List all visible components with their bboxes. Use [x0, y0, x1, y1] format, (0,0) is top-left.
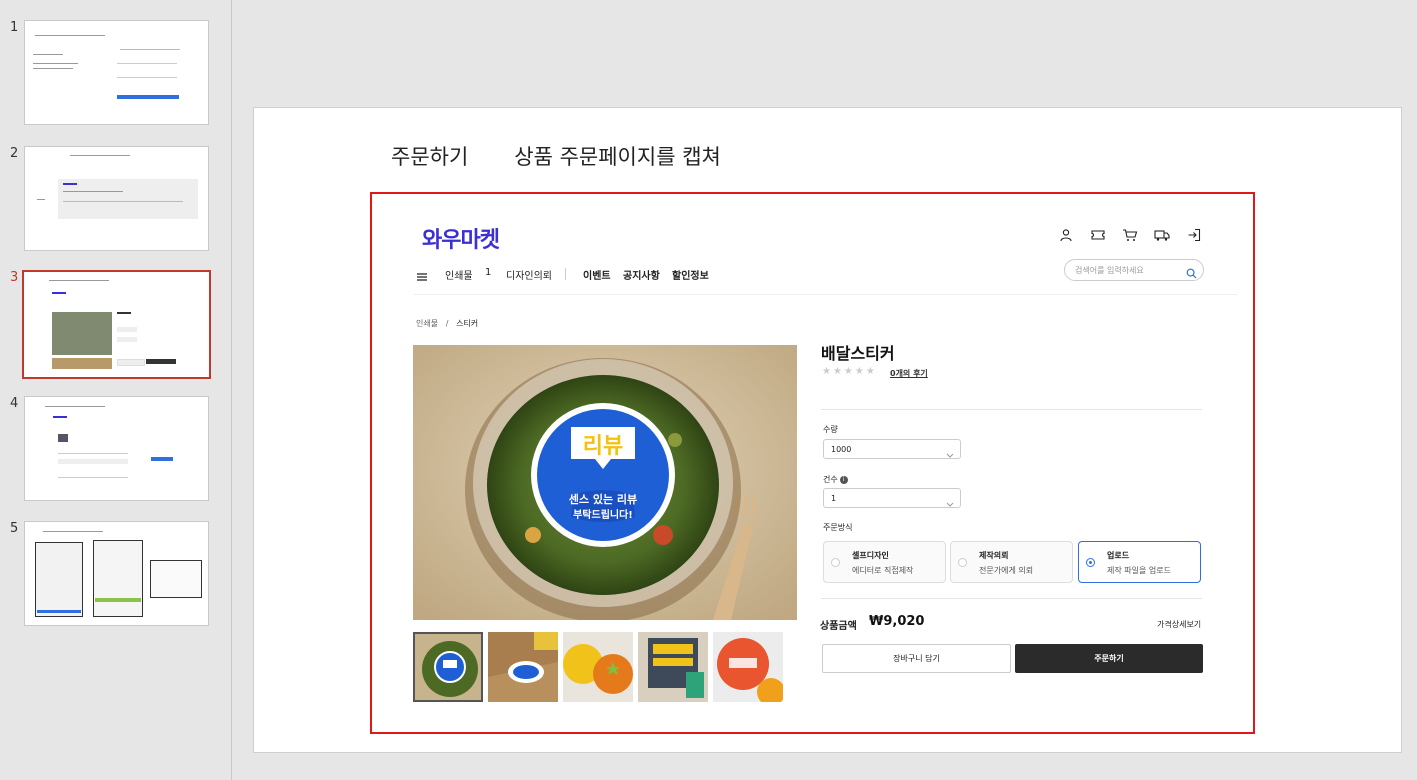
- order-option-request[interactable]: 제작의뢰 전문가에게 의뢰: [950, 541, 1073, 583]
- count-select[interactable]: 1: [823, 488, 961, 508]
- search-placeholder: 검색어를 입력하세요: [1075, 266, 1144, 275]
- product-thumbnail-1[interactable]: [413, 632, 483, 702]
- slide-number: 3: [10, 270, 19, 285]
- slide-title: 주문하기: [391, 145, 469, 169]
- radio-button[interactable]: [831, 558, 840, 567]
- product-thumbnail-5[interactable]: [713, 632, 783, 702]
- truck-icon[interactable]: [1153, 226, 1171, 244]
- slide-number: 5: [10, 521, 19, 536]
- breadcrumb-parent[interactable]: 인쇄물: [416, 319, 438, 328]
- order-method-label: 주문방식: [823, 523, 853, 532]
- product-thumbnail-strip: [413, 632, 783, 702]
- sticker-line-1: 센스 있는 리뷰: [569, 492, 637, 506]
- add-to-cart-button[interactable]: 장바구니 담기: [822, 644, 1011, 673]
- radio-button-selected[interactable]: [1086, 558, 1095, 567]
- order-option-self-design[interactable]: 셀프디자인 에디터로 직접제작: [823, 541, 946, 583]
- quantity-select[interactable]: 1000: [823, 439, 961, 459]
- divider: [821, 598, 1202, 599]
- store-logo[interactable]: 와우마켓: [422, 222, 500, 254]
- product-main-image: 리뷰 센스 있는 리뷰 부탁드립니다!: [413, 345, 797, 620]
- divider: [821, 409, 1202, 410]
- order-button[interactable]: 주문하기: [1015, 644, 1203, 673]
- chevron-down-icon: [946, 493, 954, 512]
- slide-title-line: 주문하기 상품 주문페이지를 캡쳐: [391, 141, 721, 171]
- nav-divider: [565, 268, 566, 280]
- info-icon[interactable]: i: [839, 475, 848, 484]
- order-option-upload[interactable]: 업로드 제작 파일을 업로드: [1078, 541, 1201, 583]
- price-detail-link[interactable]: 가격상세보기: [1157, 619, 1201, 630]
- product-title: 배달스티커: [821, 344, 895, 363]
- nav-item-notice[interactable]: 공지사항: [623, 267, 660, 282]
- product-thumbnail-3[interactable]: [563, 632, 633, 702]
- header-icons: [1057, 226, 1203, 244]
- slide-preview[interactable]: [24, 396, 209, 501]
- chevron-down-icon: [946, 444, 954, 463]
- slide-thumbnail-panel: 1 2 3 4 5: [0, 0, 232, 780]
- product-thumbnail-4[interactable]: [638, 632, 708, 702]
- quantity-value: 1000: [831, 445, 852, 454]
- radio-button[interactable]: [958, 558, 967, 567]
- option-description: 전문가에게 의뢰: [979, 566, 1034, 575]
- slide-preview[interactable]: [24, 146, 209, 251]
- user-icon[interactable]: [1057, 226, 1075, 244]
- slide-number: 1: [10, 20, 19, 35]
- option-description: 에디터로 직접제작: [852, 566, 914, 575]
- nav-item-count[interactable]: 1: [485, 267, 491, 278]
- breadcrumb-current: 스티커: [456, 319, 479, 328]
- rating-stars: ★★★★★: [822, 366, 877, 377]
- count-value: 1: [831, 494, 837, 503]
- product-price: ₩9,020: [869, 614, 925, 629]
- search-icon[interactable]: [1186, 264, 1197, 283]
- search-input[interactable]: 검색어를 입력하세요: [1064, 259, 1204, 281]
- slide-preview-selected[interactable]: [22, 270, 211, 379]
- option-description: 제작 파일을 업로드: [1107, 566, 1171, 575]
- main-navigation: 인쇄물 1 디자인의뢰 이벤트 공지사항 할인정보 검색어를 입력하세요: [414, 259, 1237, 295]
- option-title: 제작의뢰: [979, 551, 1009, 560]
- option-title: 업로드: [1107, 551, 1130, 560]
- ticket-icon[interactable]: [1089, 226, 1107, 244]
- slide-number: 2: [10, 146, 19, 161]
- breadcrumb: 인쇄물 / 스티커: [416, 318, 478, 329]
- option-title: 셀프디자인: [852, 551, 889, 560]
- count-label-row: 건수 i: [823, 474, 848, 485]
- menu-icon[interactable]: [416, 268, 428, 281]
- slide-subtitle: 상품 주문페이지를 캡쳐: [514, 145, 721, 169]
- slide-preview[interactable]: [24, 521, 209, 626]
- nav-item-event[interactable]: 이벤트: [583, 267, 611, 282]
- breadcrumb-separator: /: [445, 319, 449, 328]
- sticker-main-text: 리뷰: [583, 434, 623, 459]
- cart-icon[interactable]: [1121, 226, 1139, 244]
- nav-item-print[interactable]: 인쇄물: [445, 267, 473, 282]
- nav-item-discount[interactable]: 할인정보: [672, 267, 709, 282]
- slide-canvas[interactable]: 주문하기 상품 주문페이지를 캡쳐 와우마켓 인쇄물 1 디자인의뢰 이벤트 공…: [253, 107, 1402, 753]
- quantity-label: 수량: [823, 425, 838, 434]
- product-thumbnail-2[interactable]: [488, 632, 558, 702]
- sticker-line-2: 부탁드립니다!: [573, 508, 633, 521]
- review-count-link[interactable]: 0개의 후기: [890, 368, 928, 379]
- slide-preview[interactable]: [24, 20, 209, 125]
- nav-item-design-request[interactable]: 디자인의뢰: [506, 267, 552, 282]
- price-label: 상품금액: [820, 621, 857, 632]
- count-label: 건수: [823, 475, 838, 484]
- logout-icon[interactable]: [1185, 226, 1203, 244]
- slide-number: 4: [10, 396, 19, 411]
- product-page-capture: 와우마켓 인쇄물 1 디자인의뢰 이벤트 공지사항 할인정보 검색어를 입력하세…: [370, 192, 1255, 734]
